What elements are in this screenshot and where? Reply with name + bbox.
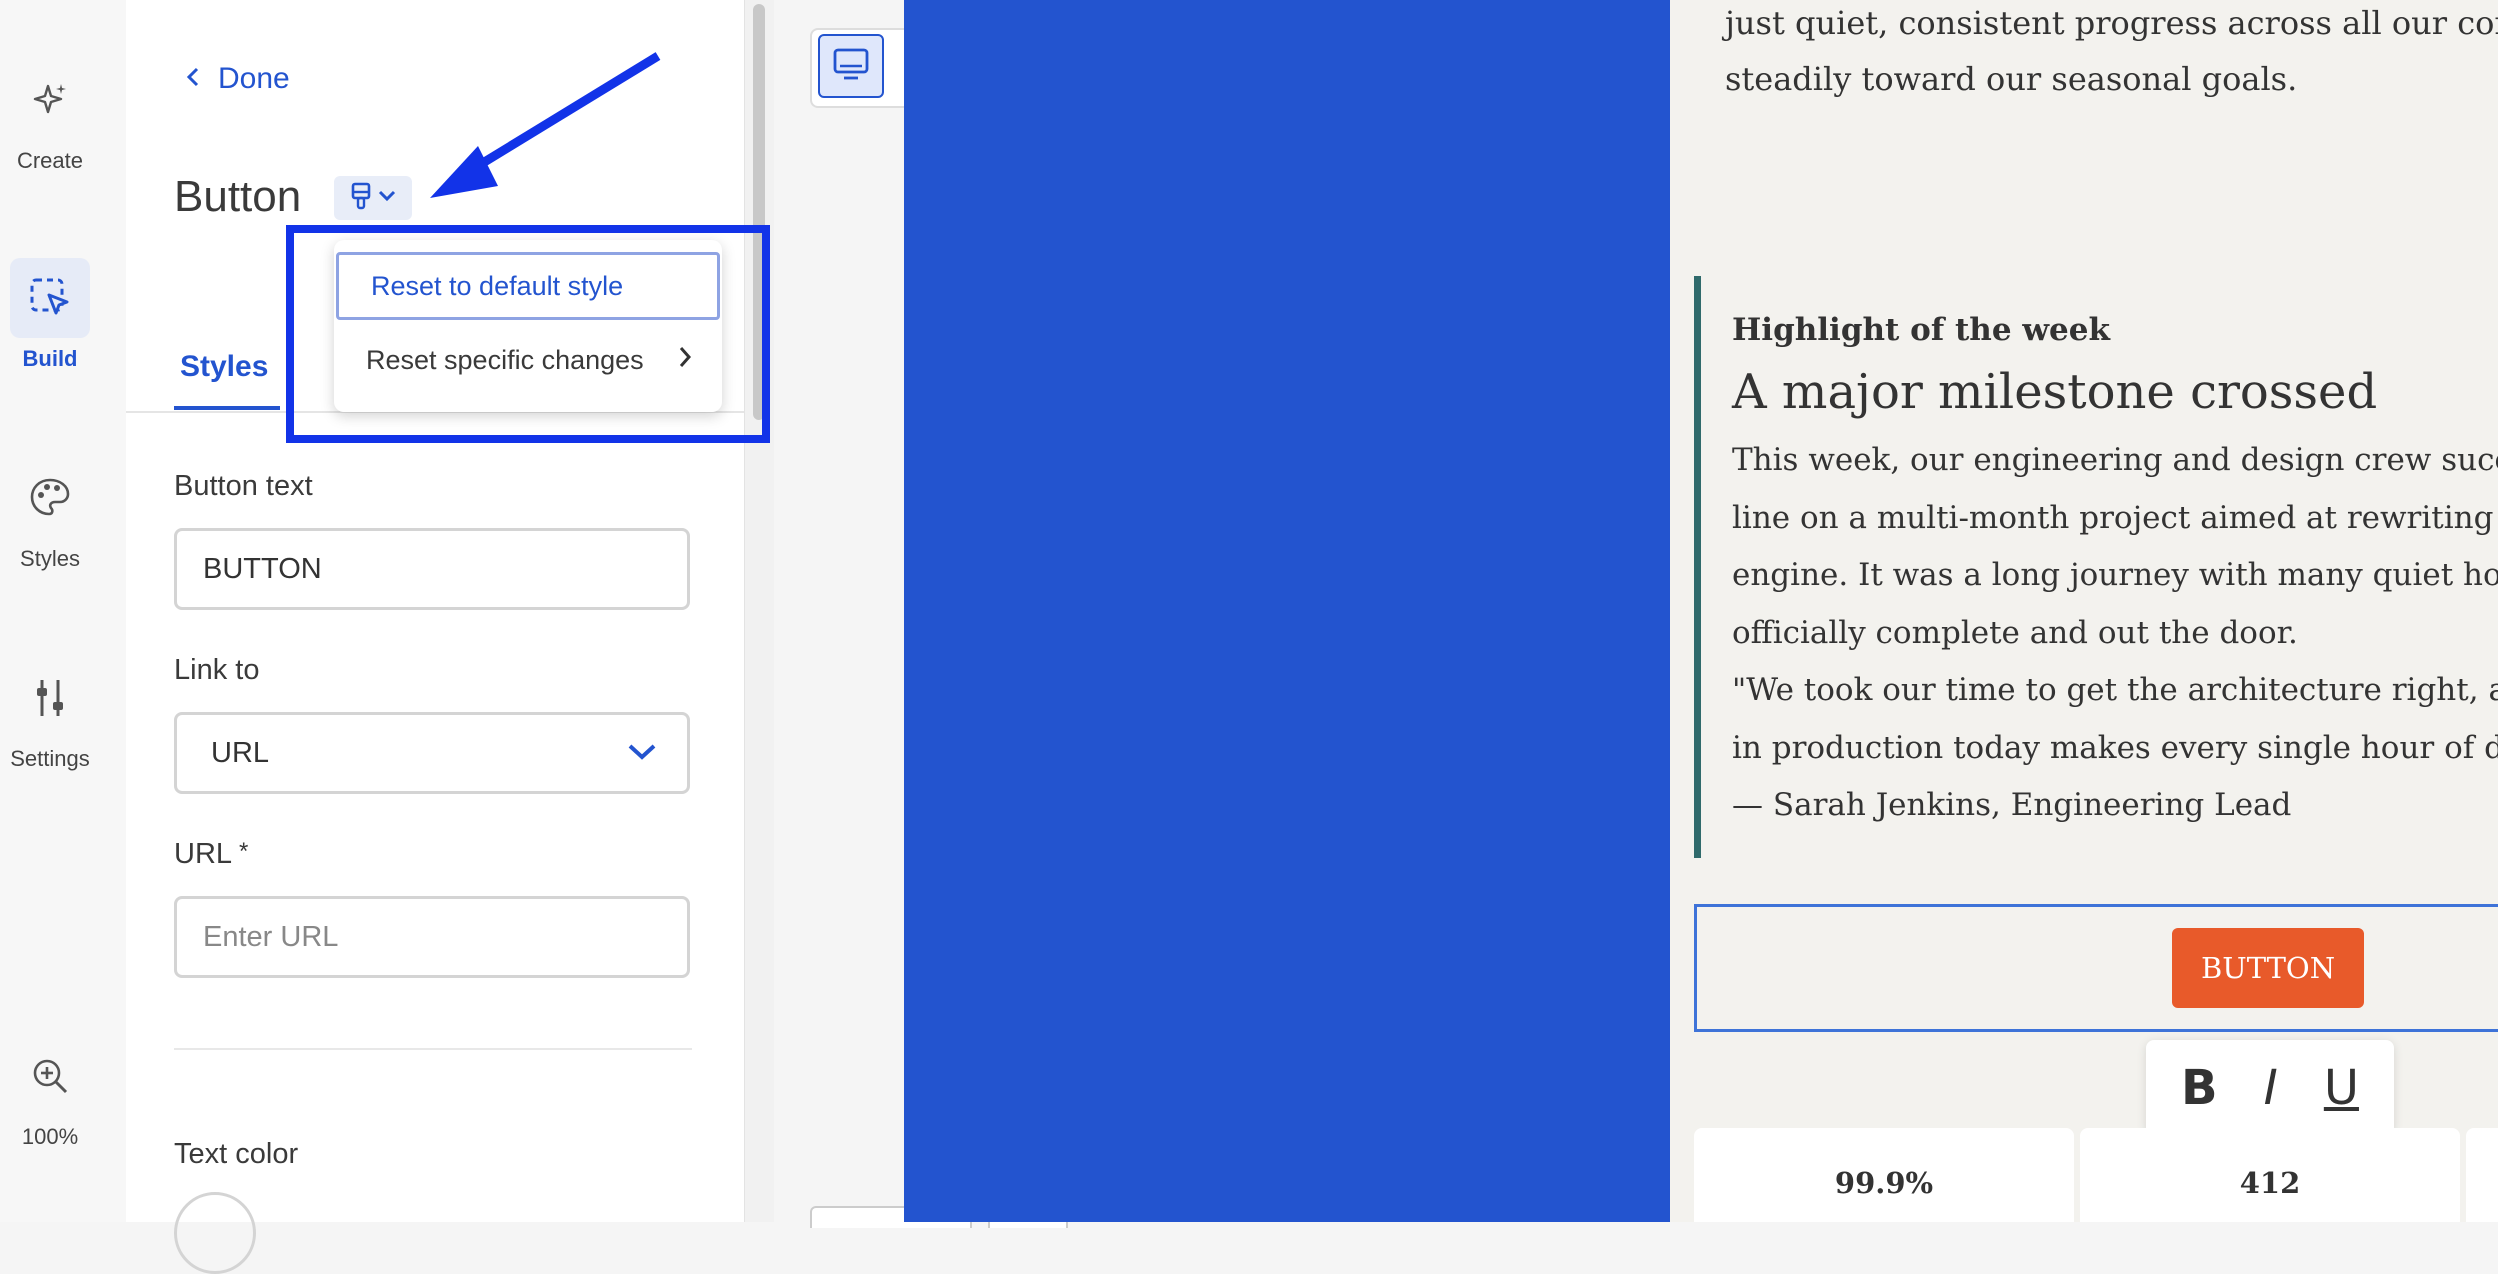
format-toolbar: B I U: [2146, 1040, 2394, 1136]
rail-item-styles[interactable]: Styles: [0, 458, 100, 572]
button-text-label: Button text: [174, 470, 313, 502]
desktop-view-button[interactable]: [818, 34, 884, 98]
chevron-down-icon: [378, 189, 396, 207]
url-input[interactable]: [174, 896, 690, 978]
done-label: Done: [218, 62, 290, 95]
url-label-text: URL: [174, 838, 231, 870]
highlight-label: Highlight of the week: [1732, 312, 2110, 348]
left-rail: Create Build Styles Settings 100%: [0, 0, 126, 1222]
email-cta-button[interactable]: BUTTON: [2172, 928, 2364, 1008]
rail-item-build[interactable]: Build: [0, 258, 100, 372]
section-divider: [174, 1048, 692, 1050]
quote-bar: [1694, 276, 1701, 858]
bold-button[interactable]: B: [2181, 1060, 2218, 1116]
stat-value: 412: [2239, 1166, 2301, 1200]
rail-label-styles: Styles: [20, 546, 80, 571]
chevron-down-icon: [627, 737, 657, 770]
link-to-value: URL: [211, 736, 270, 769]
select-cursor-icon: [10, 258, 90, 338]
zoom-in-icon: [10, 1036, 90, 1116]
stat-value: 99.9%: [1834, 1166, 1934, 1200]
zoom-level: 100%: [21, 1124, 79, 1149]
rail-label-settings: Settings: [10, 746, 90, 771]
desktop-icon: [832, 46, 870, 87]
rail-label-create: Create: [16, 148, 84, 173]
done-button[interactable]: Done: [186, 62, 290, 96]
rail-item-create[interactable]: Create: [0, 60, 100, 174]
body-line: engine. It was a long journey with many …: [1732, 557, 2498, 593]
paint-brush-icon: [350, 181, 372, 216]
tab-styles[interactable]: Styles: [180, 350, 268, 384]
palette-icon: [10, 458, 90, 538]
body-line: in production today makes every single h…: [1732, 730, 2498, 766]
body-line: This week, our engineering and design cr…: [1732, 442, 2498, 478]
underline-button[interactable]: U: [2324, 1060, 2359, 1116]
stat-card: [2466, 1128, 2498, 1222]
rail-label-build: Build: [22, 346, 78, 371]
tab-active-indicator: [174, 406, 280, 410]
stat-card: 99.9%: [1694, 1128, 2074, 1222]
rail-item-settings[interactable]: Settings: [0, 658, 100, 772]
link-to-select[interactable]: URL: [174, 712, 690, 794]
body-line: "We took our time to get the architectur…: [1732, 672, 2498, 708]
italic-button[interactable]: I: [2264, 1060, 2278, 1116]
annotation-highlight-box: [286, 225, 770, 443]
intro-line: just quiet, consistent progress across a…: [1725, 4, 2498, 42]
zoom-control[interactable]: 100%: [0, 1036, 100, 1150]
email-preview: just quiet, consistent progress across a…: [1670, 0, 2498, 1222]
text-color-swatch[interactable]: [174, 1192, 256, 1274]
blue-content-block[interactable]: [904, 0, 1670, 1222]
chevron-left-icon: [186, 62, 200, 96]
quote-attribution: — Sarah Jenkins, Engineering Lead: [1732, 787, 2292, 823]
url-label: URL *: [174, 838, 248, 871]
sliders-icon: [10, 658, 90, 738]
panel-title: Button: [174, 172, 302, 221]
sparkle-icon: [10, 60, 90, 140]
stat-card: 412: [2080, 1128, 2460, 1222]
style-menu-toggle[interactable]: [334, 176, 412, 220]
link-to-label: Link to: [174, 654, 260, 686]
intro-line: steadily toward our seasonal goals.: [1725, 60, 2298, 98]
body-line: line on a multi-month project aimed at r…: [1732, 500, 2498, 536]
highlight-title: A major milestone crossed: [1732, 364, 2378, 420]
required-marker: *: [239, 838, 249, 865]
text-color-label: Text color: [174, 1138, 299, 1170]
button-text-input[interactable]: [174, 528, 690, 610]
panel-scrollbar[interactable]: [744, 0, 775, 1222]
properties-panel: Done Button Styles Button text Link to U…: [126, 0, 744, 1274]
body-line: officially complete and out the door.: [1732, 615, 2298, 651]
selected-button-block[interactable]: [1694, 904, 2498, 1032]
